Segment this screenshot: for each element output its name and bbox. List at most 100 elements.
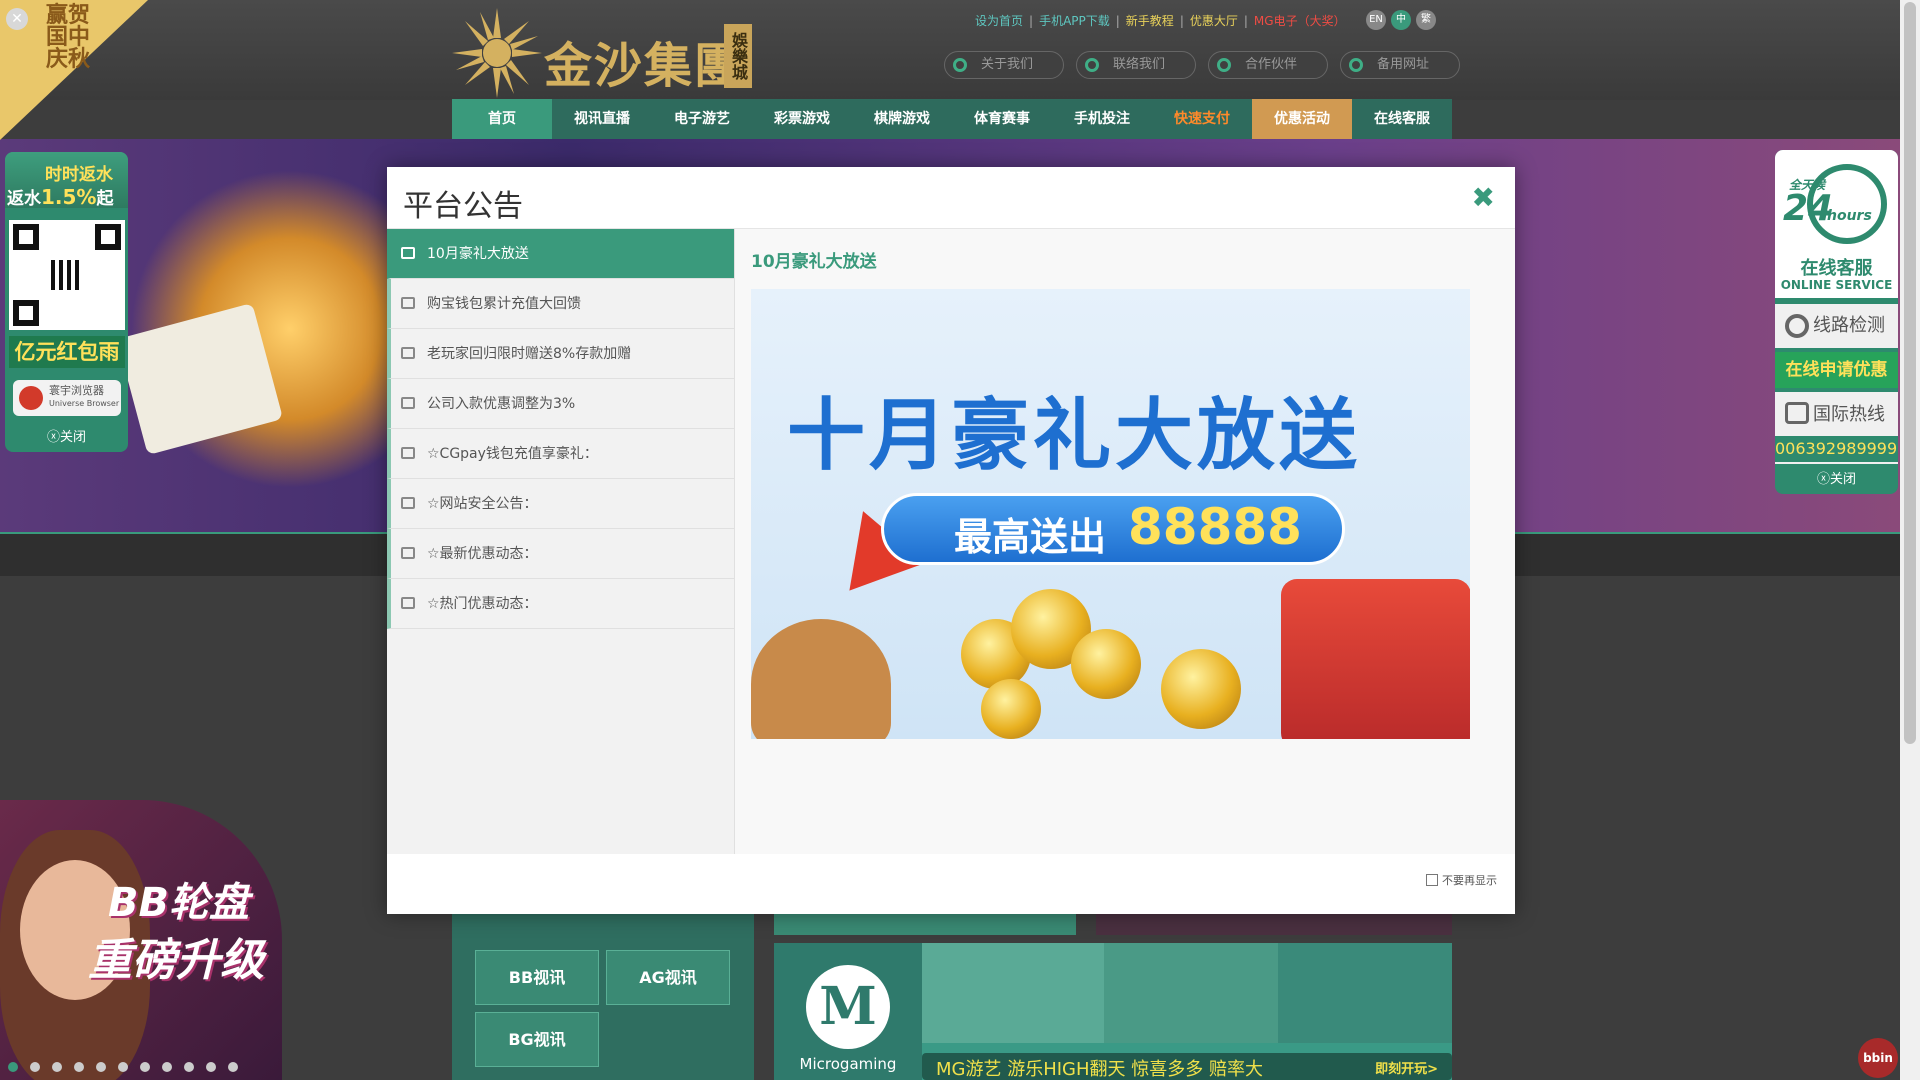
message-icon <box>401 597 415 609</box>
dont-show-again-checkbox[interactable] <box>1426 874 1438 886</box>
nav-slots[interactable]: 电子游艺 <box>652 99 752 139</box>
carousel-dot[interactable] <box>162 1062 172 1072</box>
top-link-app-download[interactable]: 手机APP下载 <box>1039 12 1110 29</box>
safe-image <box>1281 579 1470 739</box>
bb-promo-title: BB轮盘 <box>108 880 249 926</box>
right-widget-close-button[interactable]: ⓧ关闭 <box>1775 468 1898 492</box>
carousel-dot[interactable] <box>74 1062 84 1072</box>
top-link-promo-hall[interactable]: 优惠大厅 <box>1190 12 1238 29</box>
carousel-dot[interactable] <box>8 1062 18 1072</box>
top-link-tutorial[interactable]: 新手教程 <box>1126 12 1174 29</box>
qr-finder <box>95 224 121 250</box>
close-icon[interactable]: ✖ <box>1472 181 1495 214</box>
announcement-label: ☆热门优惠动态： <box>427 596 538 612</box>
carousel-dot[interactable] <box>52 1062 62 1072</box>
message-icon <box>401 247 415 259</box>
pill-backup-url[interactable]: 备用网址 <box>1340 51 1460 79</box>
max-bonus-pill: 最高送出 88888 <box>881 493 1345 565</box>
pill-partners[interactable]: 合作伙伴 <box>1208 51 1328 79</box>
nav-lottery[interactable]: 彩票游戏 <box>752 99 852 139</box>
announcement-item[interactable]: ☆热门优惠动态： <box>387 579 734 629</box>
top-link-mg-jackpot[interactable]: MG电子（大奖） <box>1254 12 1346 29</box>
qr-finder <box>13 224 39 250</box>
online-service-cn: 在线客服 <box>1800 258 1873 279</box>
qr-code <box>9 220 125 330</box>
microgaming-logo: M Microgaming <box>774 943 922 1080</box>
announcement-list: 10月豪礼大放送 购宝钱包累计充值大回馈 老玩家回归限时赠送8%存款加赠 公司入… <box>387 229 735 854</box>
mid-autumn-corner[interactable]: 赢贺国中庆秋 ✕ <box>0 0 148 140</box>
online-service-link[interactable]: 全天候 24 hours 在线客服 ONLINE SERVICE <box>1775 150 1898 298</box>
carousel-dot[interactable] <box>140 1062 150 1072</box>
scrollbar-thumb[interactable] <box>1904 2 1916 744</box>
site-logo[interactable]: 金沙集團 娛樂城 <box>452 8 752 98</box>
microgaming-icon: M <box>806 965 890 1049</box>
pill-label: 备用网址 <box>1377 57 1430 72</box>
top-links: 设为首页 | 手机APP下载 | 新手教程 | 优惠大厅 | MG电子（大奖） <box>975 12 1346 29</box>
bb-promo-subtitle: 重磅升级 <box>88 935 264 986</box>
rebate-prefix: 返水 <box>7 189 41 209</box>
left-floating-widget: 时时返水 返水1.5%起 亿元红包雨 寰宇浏览器 Universe Browse… <box>5 152 128 452</box>
hours-label: hours <box>1827 208 1872 224</box>
mg-slogan: MG游艺 游乐HIGH翻天 惊喜多多 赔率大 <box>936 1059 1263 1080</box>
top-link-set-home[interactable]: 设为首页 <box>975 12 1023 29</box>
ag-live-button[interactable]: AG视讯 <box>606 950 730 1005</box>
page-scrollbar[interactable] <box>1900 0 1920 1080</box>
circle-icon <box>1217 58 1231 72</box>
red-packet-rain-link[interactable]: 亿元红包雨 <box>9 336 125 368</box>
line-check-link[interactable]: 线路检测 <box>1775 304 1898 348</box>
carousel-dot[interactable] <box>30 1062 40 1072</box>
universe-browser-link[interactable]: 寰宇浏览器 Universe Browser <box>13 380 121 416</box>
site-header: 金沙集團 娛樂城 设为首页 | 手机APP下载 | 新手教程 | 优惠大厅 | … <box>0 0 1900 100</box>
bb-live-button[interactable]: BB视讯 <box>475 950 599 1005</box>
message-icon <box>401 297 415 309</box>
nav-quick-pay[interactable]: 快速支付 <box>1152 99 1252 139</box>
carousel-dot[interactable] <box>96 1062 106 1072</box>
carousel-dots <box>8 1062 250 1072</box>
announcement-item[interactable]: 10月豪礼大放送 <box>387 229 734 279</box>
nav-promotions[interactable]: 优惠活动 <box>1252 99 1352 139</box>
nav-card-games[interactable]: 棋牌游戏 <box>852 99 952 139</box>
bg-live-button[interactable]: BG视讯 <box>475 1012 599 1067</box>
carousel-dot[interactable] <box>228 1062 238 1072</box>
pill-contact-us[interactable]: 联络我们 <box>1076 51 1196 79</box>
apply-promo-link[interactable]: 在线申请优惠 <box>1775 352 1898 388</box>
announcement-modal: 平台公告 ✖ 10月豪礼大放送 购宝钱包累计充值大回馈 老玩家回归限时赠送8%存… <box>387 167 1515 914</box>
nav-home[interactable]: 首页 <box>452 99 552 139</box>
carousel-dot[interactable] <box>206 1062 216 1072</box>
announcement-item[interactable]: ☆最新优惠动态： <box>387 529 734 579</box>
bbin-badge[interactable]: bbin <box>1858 1038 1898 1078</box>
rebate-suffix: 起 <box>96 189 114 209</box>
carousel-dot[interactable] <box>184 1062 194 1072</box>
announcement-item[interactable]: 公司入款优惠调整为3% <box>387 379 734 429</box>
message-icon <box>401 497 415 509</box>
mg-game-image <box>922 943 1104 1043</box>
lang-zh-button[interactable]: 中 <box>1391 10 1411 30</box>
mg-game-image <box>1104 943 1278 1043</box>
bb-roulette-promo[interactable]: BB轮盘 重磅升级 <box>0 800 282 1080</box>
separator: | <box>1029 13 1034 28</box>
online-service-en: ONLINE SERVICE <box>1780 278 1893 292</box>
pill-about-us[interactable]: 关于我们 <box>944 51 1064 79</box>
nav-live-video[interactable]: 视讯直播 <box>552 99 652 139</box>
separator: | <box>1243 13 1248 28</box>
mg-panel[interactable]: M Microgaming MG游艺 游乐HIGH翻天 惊喜多多 赔率大 即刻开… <box>774 943 1452 1080</box>
lang-zh-tw-button[interactable]: 繁 <box>1416 10 1436 30</box>
dont-show-again[interactable]: 不要再显示 <box>1426 872 1497 888</box>
gold-coin-image <box>1161 649 1241 729</box>
left-widget-close-button[interactable]: ⓧ关闭 <box>5 426 128 450</box>
rebate-header: 时时返水 返水1.5%起 <box>5 152 128 209</box>
nav-sports[interactable]: 体育赛事 <box>952 99 1052 139</box>
mg-play-now-link[interactable]: 即刻开玩> <box>1375 1058 1438 1077</box>
announcement-item[interactable]: ☆CGpay钱包充值享豪礼： <box>387 429 734 479</box>
nav-online-service[interactable]: 在线客服 <box>1352 99 1452 139</box>
carousel-dot[interactable] <box>118 1062 128 1072</box>
sun-logo-icon <box>452 8 542 98</box>
announcement-label: 老玩家回归限时赠送8%存款加赠 <box>427 346 632 362</box>
announcement-item[interactable]: 老玩家回归限时赠送8%存款加赠 <box>387 329 734 379</box>
circle-icon <box>953 58 967 72</box>
announcement-item[interactable]: ☆网站安全公告： <box>387 479 734 529</box>
nav-mobile-betting[interactable]: 手机投注 <box>1052 99 1152 139</box>
close-icon[interactable]: ✕ <box>6 8 28 30</box>
lang-en-button[interactable]: EN <box>1366 10 1386 30</box>
announcement-item[interactable]: 购宝钱包累计充值大回馈 <box>387 279 734 329</box>
